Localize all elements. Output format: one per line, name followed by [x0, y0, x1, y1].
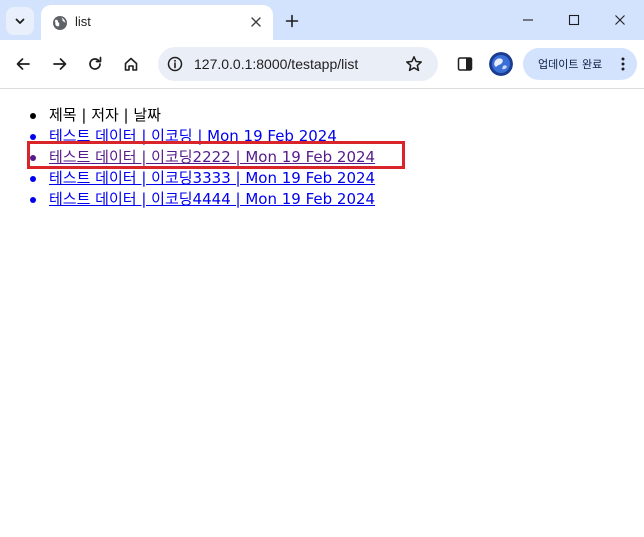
list-item-link[interactable]: 테스트 데이터 | 이코딩3333 | Mon 19 Feb 2024	[49, 168, 375, 189]
bullet	[30, 113, 36, 119]
side-panel-icon	[457, 57, 473, 71]
maximize-button[interactable]	[551, 0, 597, 40]
home-button[interactable]	[117, 50, 145, 78]
bullet	[30, 155, 36, 161]
side-panel-button[interactable]	[451, 50, 479, 78]
reload-icon	[89, 56, 102, 70]
update-label: 업데이트 완료	[538, 58, 603, 71]
tab-close-button[interactable]	[248, 14, 264, 30]
list-item-link[interactable]: 테스트 데이터 | 이코딩4444 | Mon 19 Feb 2024	[49, 189, 375, 210]
list-item-link[interactable]: 테스트 데이터 | 이코딩2222 | Mon 19 Feb 2024	[49, 147, 375, 168]
more-vertical-icon	[621, 57, 625, 71]
list-item-link[interactable]: 테스트 데이터 | 이코딩 | Mon 19 Feb 2024	[49, 126, 337, 147]
globe-icon	[53, 16, 67, 30]
forward-button[interactable]	[46, 50, 74, 78]
close-window-icon	[615, 15, 625, 25]
browser-toolbar: 127.0.0.1:8000/testapp/list 업데이트 완료	[0, 40, 644, 89]
home-icon	[124, 57, 138, 71]
tab-list[interactable]: list	[41, 5, 273, 40]
arrow-right-icon	[53, 58, 67, 70]
arrow-left-icon	[16, 58, 30, 70]
close-icon	[251, 17, 261, 27]
bookmark-button[interactable]	[404, 54, 424, 74]
minimize-button[interactable]	[505, 0, 551, 40]
tab-strip: list	[0, 0, 644, 40]
maximize-icon	[568, 14, 580, 26]
site-info-button[interactable]	[164, 53, 186, 75]
url-text[interactable]: 127.0.0.1:8000/testapp/list	[194, 56, 358, 72]
info-icon	[167, 56, 183, 72]
chevron-down-icon	[15, 18, 25, 24]
reload-button[interactable]	[81, 50, 109, 78]
close-window-button[interactable]	[597, 0, 643, 40]
more-menu-button[interactable]	[617, 56, 629, 72]
plus-icon	[285, 14, 299, 28]
list-header-text: 제목 | 저자 | 날짜	[49, 106, 161, 124]
bullet	[30, 197, 36, 203]
profile-avatar[interactable]	[489, 52, 513, 76]
tab-search-button[interactable]	[6, 7, 34, 35]
star-icon	[406, 56, 422, 72]
minimize-icon	[523, 19, 533, 21]
update-complete-button[interactable]: 업데이트 완료	[523, 48, 637, 80]
new-tab-button[interactable]	[280, 9, 304, 33]
bullet	[30, 176, 36, 182]
bullet	[30, 134, 36, 140]
address-bar[interactable]: 127.0.0.1:8000/testapp/list	[158, 47, 438, 81]
back-button[interactable]	[9, 50, 37, 78]
page-content: 제목 | 저자 | 날짜 테스트 데이터 | 이코딩 | Mon 19 Feb …	[0, 89, 644, 537]
profile-avatar-icon	[489, 52, 513, 76]
tab-title: list	[75, 14, 91, 29]
